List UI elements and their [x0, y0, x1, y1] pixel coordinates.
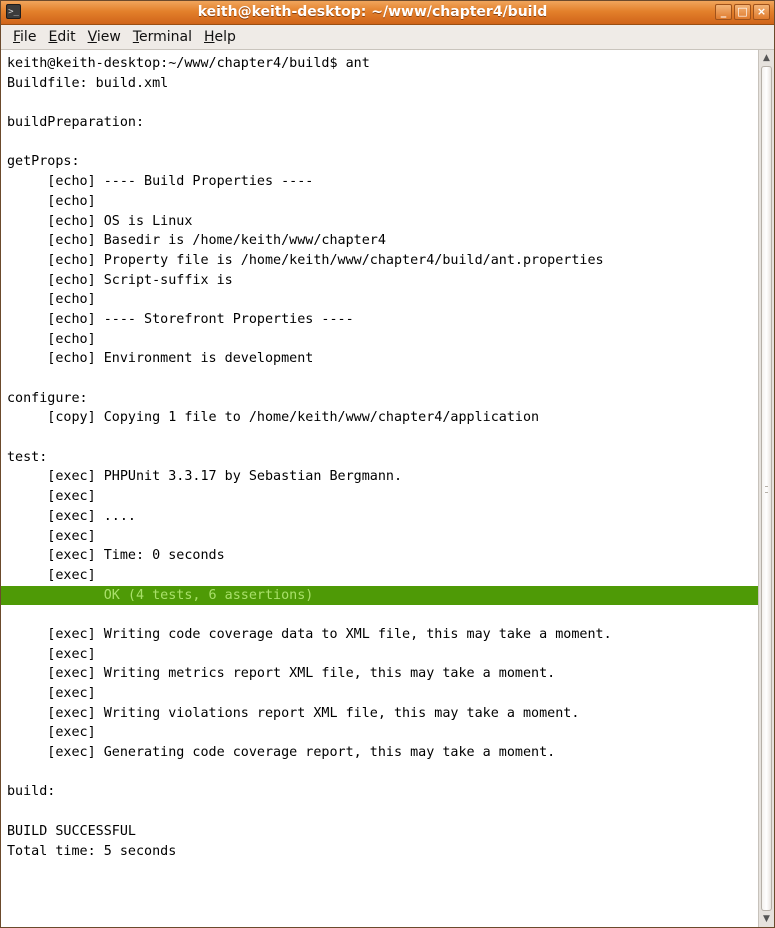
menu-edit[interactable]: Edit	[42, 27, 81, 47]
terminal-line: [exec]	[7, 686, 96, 701]
terminal-line: BUILD SUCCESSFUL	[7, 823, 136, 839]
scroll-down-arrow-icon[interactable]: ▼	[760, 912, 773, 926]
terminal-line: [copy] Copying 1 file to /home/keith/www…	[7, 410, 540, 426]
terminal-line: [exec]	[7, 646, 96, 662]
terminal-line: test:	[7, 449, 48, 465]
scroll-grip-icon	[765, 485, 768, 493]
terminal-line: [echo] OS is Linux	[7, 213, 193, 229]
vertical-scrollbar[interactable]: ▲ ▼	[758, 50, 774, 927]
menu-view[interactable]: View	[82, 27, 127, 47]
terminal-line: [echo] Environment is development	[7, 351, 314, 367]
terminal-line: buildPreparation:	[7, 115, 145, 131]
terminal-line: [echo] Basedir is /home/keith/www/chapte…	[7, 233, 386, 249]
terminal-line: [exec]	[7, 567, 96, 583]
window-title: keith@keith-desktop: ~/www/chapter4/buil…	[197, 4, 548, 20]
terminal-line: [echo] ---- Storefront Properties ----	[7, 311, 354, 327]
menu-bar: File Edit View Terminal Help	[1, 25, 774, 50]
terminal-line: [echo] Property file is /home/keith/www/…	[7, 252, 604, 268]
terminal-line: [echo]	[7, 331, 96, 347]
terminal-window: >_ keith@keith-desktop: ~/www/chapter4/b…	[0, 0, 775, 928]
terminal-line: [exec]	[7, 725, 96, 741]
terminal-output[interactable]: keith@keith-desktop:~/www/chapter4/build…	[1, 50, 758, 927]
terminal-line: [exec] Generating code coverage report, …	[7, 745, 556, 761]
scroll-up-arrow-icon[interactable]: ▲	[760, 51, 773, 65]
terminal-line: [exec]	[7, 489, 96, 505]
terminal-line: [exec] Writing code coverage data to XML…	[7, 626, 612, 642]
scroll-thumb[interactable]	[761, 66, 772, 911]
test-result-line: OK (4 tests, 6 assertions)	[1, 585, 758, 606]
minimize-button[interactable]: _	[715, 4, 732, 20]
terminal-line: configure:	[7, 390, 88, 406]
menu-help[interactable]: Help	[198, 27, 242, 47]
terminal-line: [exec] PHPUnit 3.3.17 by Sebastian Bergm…	[7, 469, 403, 485]
terminal-line: [exec] Writing violations report XML fil…	[7, 705, 580, 721]
terminal-line: Buildfile: build.xml	[7, 75, 169, 91]
close-button[interactable]: ×	[753, 4, 770, 20]
terminal-line: [echo] ---- Build Properties ----	[7, 174, 314, 190]
terminal-line: [exec] ....	[7, 508, 136, 524]
menu-file[interactable]: File	[7, 27, 42, 47]
terminal-line: [echo]	[7, 292, 96, 308]
menu-terminal[interactable]: Terminal	[127, 27, 198, 47]
terminal-line: keith@keith-desktop:~/www/chapter4/build…	[7, 56, 370, 71]
terminal-line: [exec]	[7, 528, 96, 544]
terminal-line: build:	[7, 784, 56, 800]
maximize-button[interactable]: □	[734, 4, 751, 20]
terminal-line: getProps:	[7, 154, 80, 170]
terminal-line: [echo]	[7, 193, 96, 209]
terminal-line: [exec] Time: 0 seconds	[7, 548, 225, 564]
terminal-line: [echo] Script-suffix is	[7, 272, 233, 288]
window-controls: _ □ ×	[715, 4, 770, 20]
terminal-line: Total time: 5 seconds	[7, 843, 177, 859]
title-bar[interactable]: >_ keith@keith-desktop: ~/www/chapter4/b…	[1, 1, 774, 25]
terminal-lines: keith@keith-desktop:~/www/chapter4/build…	[1, 50, 758, 861]
terminal-line: [exec] Writing metrics report XML file, …	[7, 666, 556, 682]
